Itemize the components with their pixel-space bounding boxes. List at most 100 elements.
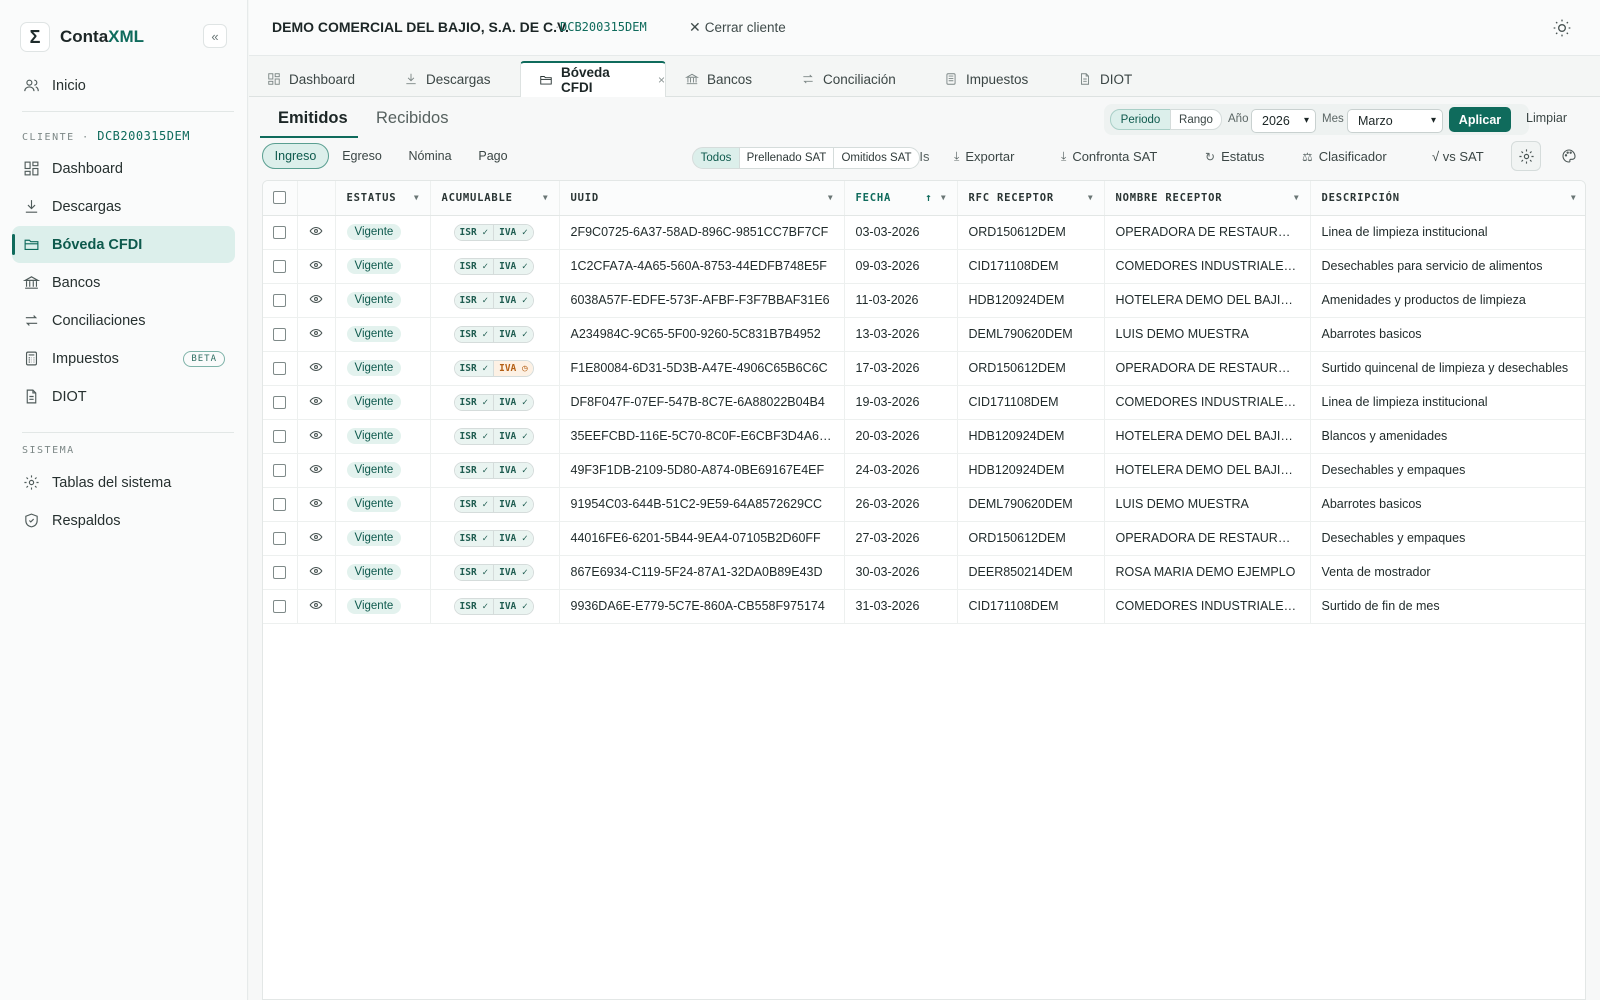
subtab-emitidos[interactable]: Emitidos (278, 109, 348, 128)
view-button[interactable] (297, 487, 336, 522)
row-checkbox[interactable] (273, 362, 287, 376)
sidebar-item-descargas[interactable]: Descargas (12, 188, 235, 225)
view-button[interactable] (297, 521, 336, 556)
column-header-fecha[interactable]: FECHA ↑ ▼ (844, 181, 958, 216)
row-checkbox[interactable] (273, 430, 287, 444)
view-button[interactable] (297, 385, 336, 420)
row-checkbox-cell[interactable] (263, 249, 298, 284)
row-checkbox-cell[interactable] (263, 351, 298, 386)
row-checkbox[interactable] (273, 294, 287, 308)
column-header-nombre-receptor[interactable]: NOMBRE RECEPTOR ▼ (1104, 181, 1311, 216)
month-select[interactable]: Marzo ▾ (1347, 109, 1443, 133)
sidebar-item-boveda-cfdi[interactable]: Bóveda CFDI (12, 226, 235, 263)
estatus-button[interactable]: ↻ Estatus (1205, 149, 1264, 164)
row-checkbox-cell[interactable] (263, 555, 298, 590)
collapse-sidebar-button[interactable]: « (203, 24, 227, 48)
row-checkbox-cell[interactable] (263, 589, 298, 624)
sat-filter-omitidos[interactable]: Omitidos SAT (833, 147, 920, 169)
clear-button[interactable]: Limpiar (1526, 111, 1567, 125)
tab-conciliacion[interactable]: Conciliación (783, 61, 923, 97)
row-checkbox-cell[interactable] (263, 283, 298, 318)
view-button[interactable] (297, 589, 336, 624)
tab-close-button[interactable]: × (658, 73, 665, 87)
table-row[interactable]: Vigente ISR ✓ IVA ✓ DF8F047F-07EF-547B-8C7E… (263, 385, 1585, 420)
row-checkbox-cell[interactable] (263, 385, 298, 420)
tab-bancos[interactable]: Bancos (667, 61, 779, 97)
view-button[interactable] (297, 555, 336, 590)
sat-filter-prellenado[interactable]: Prellenado SAT (739, 147, 834, 169)
filter-egreso[interactable]: Egreso (333, 143, 391, 169)
view-button[interactable] (297, 453, 336, 488)
tab-descargas[interactable]: Descargas (386, 61, 516, 97)
table-row[interactable]: Vigente ISR ✓ IVA ✓ 91954C03-644B-51C2-9E59… (263, 487, 1585, 522)
table-row[interactable]: Vigente ISR ✓ IVA ✓ 9936DA6E-E779-5C7E-860A… (263, 589, 1585, 624)
caret-down-icon[interactable]: ▼ (543, 193, 549, 202)
table-row[interactable]: Vigente ISR ✓ IVA ✓ 1C2CFA7A-4A65-560A-8753… (263, 249, 1585, 284)
filter-nomina[interactable]: Nómina (398, 143, 462, 169)
row-checkbox[interactable] (273, 396, 287, 410)
row-checkbox-cell[interactable] (263, 487, 298, 522)
row-checkbox-cell[interactable] (263, 317, 298, 352)
column-header-descripcion[interactable]: DESCRIPCIÓN ▼ (1310, 181, 1585, 216)
caret-down-icon[interactable]: ▼ (414, 193, 420, 202)
table-row[interactable]: Vigente ISR ✓ IVA ✓ 2F9C0725-6A37-58AD-896C… (263, 215, 1585, 250)
close-client-button[interactable]: ✕ Cerrar cliente (689, 19, 786, 36)
row-checkbox[interactable] (273, 600, 287, 614)
periodo-toggle[interactable]: Periodo (1110, 109, 1171, 130)
sidebar-item-dashboard[interactable]: Dashboard (12, 150, 235, 187)
column-header-uuid[interactable]: UUID ▼ (559, 181, 845, 216)
export-button[interactable]: ⤓ Exportar (954, 149, 1014, 164)
caret-down-icon[interactable]: ▼ (1294, 193, 1300, 202)
sidebar-item-tablas-sistema[interactable]: Tablas del sistema (12, 464, 235, 501)
table-row[interactable]: Vigente ISR ✓ IVA ✓ 35EEFCBD-116E-5C70-8C0F… (263, 419, 1585, 454)
view-button[interactable] (297, 317, 336, 352)
sat-filter-todos[interactable]: Todos (692, 147, 740, 169)
tab-impuestos[interactable]: Impuestos (926, 61, 1056, 97)
row-checkbox-cell[interactable] (263, 453, 298, 488)
table-row[interactable]: Vigente ISR ✓ IVA ✓ 44016FE6-6201-5B44-9EA4… (263, 521, 1585, 556)
vs-sat-button[interactable]: √ vs SAT (1432, 149, 1484, 164)
select-all-checkbox-cell[interactable] (263, 181, 298, 216)
rango-toggle[interactable]: Rango (1170, 109, 1222, 130)
row-checkbox[interactable] (273, 566, 287, 580)
table-row[interactable]: Vigente ISR ✓ IVA ✓ 867E6934-C119-5F24-87A1… (263, 555, 1585, 590)
sidebar-item-bancos[interactable]: Bancos (12, 264, 235, 301)
table-row[interactable]: Vigente ISR ✓ IVA ◷ F1E80084-6D31-5D3B-A47E… (263, 351, 1585, 386)
table-row[interactable]: Vigente ISR ✓ IVA ✓ 6038A57F-EDFE-573F-AFBF… (263, 283, 1585, 318)
table-row[interactable]: Vigente ISR ✓ IVA ✓ A234984C-9C65-5F00-9260… (263, 317, 1585, 352)
sidebar-item-impuestos[interactable]: Impuestos BETA (12, 340, 235, 377)
row-checkbox[interactable] (273, 498, 287, 512)
sort-asc-icon[interactable]: ↑ (925, 191, 932, 204)
caret-down-icon[interactable]: ▼ (828, 193, 834, 202)
theme-toggle-button[interactable] (1552, 18, 1572, 38)
filter-ingreso[interactable]: Ingreso (262, 143, 329, 169)
column-header-rfc-receptor[interactable]: RFC RECEPTOR ▼ (957, 181, 1105, 216)
sidebar-item-respaldos[interactable]: Respaldos (12, 502, 235, 539)
filter-pago[interactable]: Pago (468, 143, 518, 169)
view-button[interactable] (297, 283, 336, 318)
row-checkbox[interactable] (273, 328, 287, 342)
sidebar-item-diot[interactable]: DIOT (12, 378, 235, 415)
view-button[interactable] (297, 351, 336, 386)
column-header-acumulable[interactable]: ACUMULABLE ▼ (430, 181, 560, 216)
year-select[interactable]: 2026 ▾ (1251, 109, 1316, 133)
apply-button[interactable]: Aplicar (1449, 107, 1511, 132)
sidebar-item-conciliaciones[interactable]: Conciliaciones (12, 302, 235, 339)
caret-down-icon[interactable]: ▼ (941, 193, 947, 202)
tab-boveda-cfdi[interactable]: Bóveda CFDI × (520, 61, 666, 98)
caret-down-icon[interactable]: ▼ (1571, 193, 1577, 202)
subtab-recibidos[interactable]: Recibidos (376, 109, 448, 128)
tab-diot[interactable]: DIOT (1060, 61, 1160, 97)
palette-button[interactable] (1554, 141, 1584, 171)
view-button[interactable] (297, 215, 336, 250)
brand[interactable]: Σ ContaXML (20, 21, 144, 53)
settings-button[interactable] (1511, 141, 1541, 171)
view-button[interactable] (297, 419, 336, 454)
sidebar-item-inicio[interactable]: Inicio (12, 67, 235, 104)
select-all-checkbox[interactable] (273, 191, 287, 205)
view-button[interactable] (297, 249, 336, 284)
tab-dashboard[interactable]: Dashboard (249, 61, 384, 97)
row-checkbox[interactable] (273, 532, 287, 546)
row-checkbox-cell[interactable] (263, 419, 298, 454)
clasificador-button[interactable]: ⚖ Clasificador (1302, 149, 1387, 164)
